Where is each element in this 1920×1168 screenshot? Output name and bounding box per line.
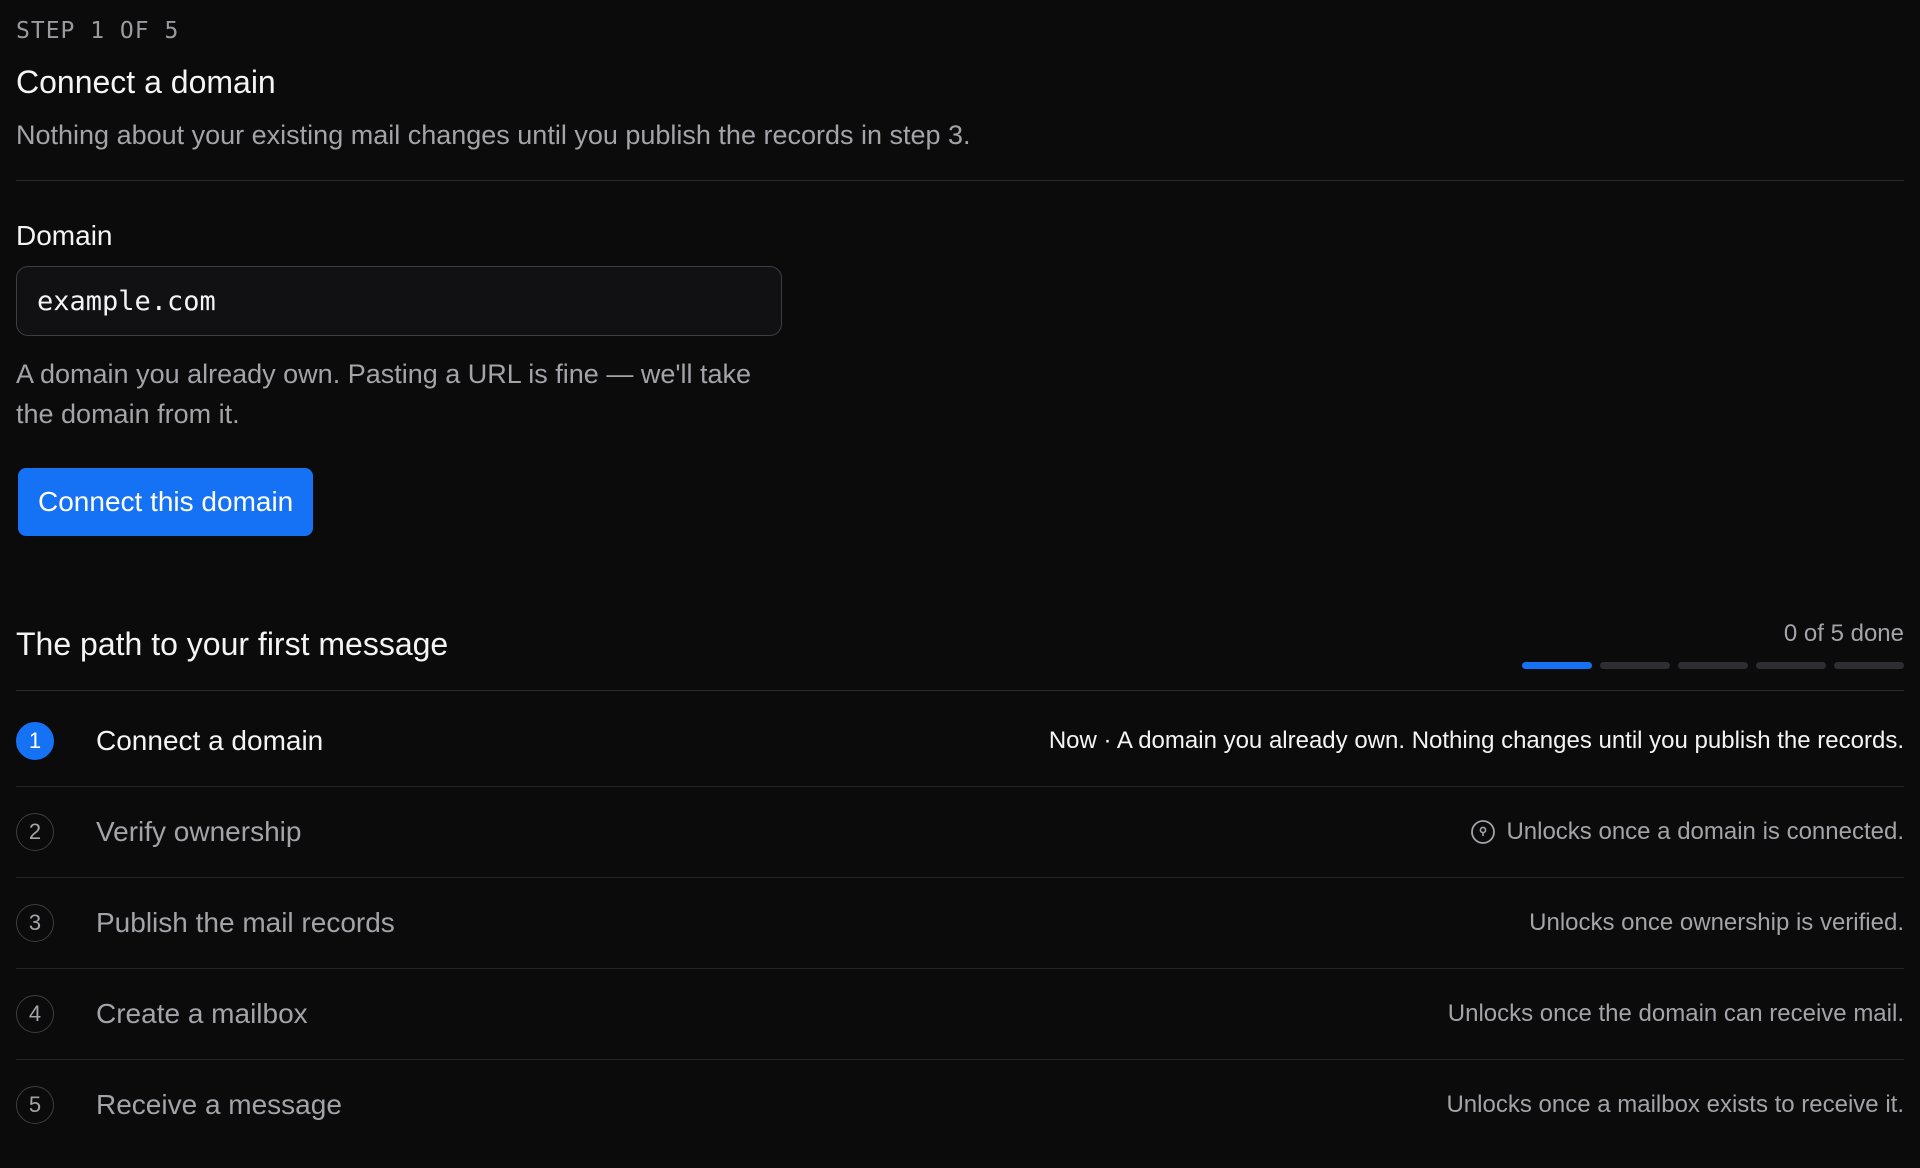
step-note-text: Unlocks once the domain can receive mail…	[1447, 1000, 1904, 1027]
step-note-text: Unlocks once a mailbox exists to receive…	[1446, 1091, 1904, 1118]
step-note: Unlocks once ownership is verified.	[1529, 909, 1904, 937]
page-subtitle: Nothing about your existing mail changes…	[16, 120, 971, 150]
step-note-text: Now · A domain you already own. Nothing …	[1048, 727, 1904, 754]
step-row: 2 Verify ownership Unlocks once a domain i…	[16, 787, 1904, 878]
step-row[interactable]: 1 Connect a domain Now · A domain you alre…	[16, 696, 1904, 787]
step-name: Create a mailbox	[96, 998, 308, 1029]
connect-domain-button[interactable]: Connect this domain	[18, 468, 314, 536]
step-number-badge: 5	[16, 1086, 54, 1124]
lock-icon	[1471, 820, 1496, 844]
step-name: Receive a message	[96, 1089, 342, 1120]
step-number-badge: 1	[16, 722, 54, 760]
step-note-text: Unlocks once ownership is verified.	[1529, 909, 1904, 936]
step-name: Publish the mail records	[96, 907, 395, 938]
header-divider	[16, 180, 1904, 181]
step-name: Connect a domain	[96, 725, 324, 756]
step-note: Unlocks once the domain can receive mail…	[1448, 1000, 1904, 1028]
step-note: Unlocks once a domain is connected.	[1470, 818, 1904, 846]
domain-label: Domain	[16, 220, 113, 251]
step-name: Verify ownership	[96, 816, 302, 847]
progress-segment	[1600, 662, 1670, 669]
path-title: The path to your first message	[16, 626, 449, 662]
progress-bar	[1522, 662, 1904, 669]
progress-segment	[1678, 662, 1748, 669]
step-indicator: STEP 1 OF 5	[16, 18, 180, 44]
progress-segment	[1834, 662, 1904, 669]
progress-segment	[1756, 662, 1826, 669]
domain-input[interactable]	[16, 266, 782, 336]
step-number-badge: 2	[16, 813, 54, 851]
domain-help-text: A domain you already own. Pasting a URL …	[16, 359, 752, 429]
step-row: 3 Publish the mail records Unlocks once ow…	[16, 878, 1904, 969]
step-note-text: Unlocks once a domain is connected.	[1506, 818, 1904, 845]
progress-segment	[1522, 662, 1592, 669]
steps-list: 1 Connect a domain Now · A domain you alre…	[16, 696, 1904, 1150]
step-note: Now · A domain you already own. Nothing …	[1049, 727, 1904, 755]
path-divider	[16, 690, 1904, 691]
step-note: Unlocks once a mailbox exists to receive…	[1446, 1091, 1904, 1119]
page-title: Connect a domain	[16, 64, 276, 100]
step-number-badge: 4	[16, 995, 54, 1033]
step-row: 4 Create a mailbox Unlocks once the domain…	[16, 969, 1904, 1060]
step-row: 5 Receive a message Unlocks once a mailbox…	[16, 1060, 1904, 1150]
step-number-badge: 3	[16, 904, 54, 942]
progress-count: 0 of 5 done	[1783, 620, 1904, 647]
